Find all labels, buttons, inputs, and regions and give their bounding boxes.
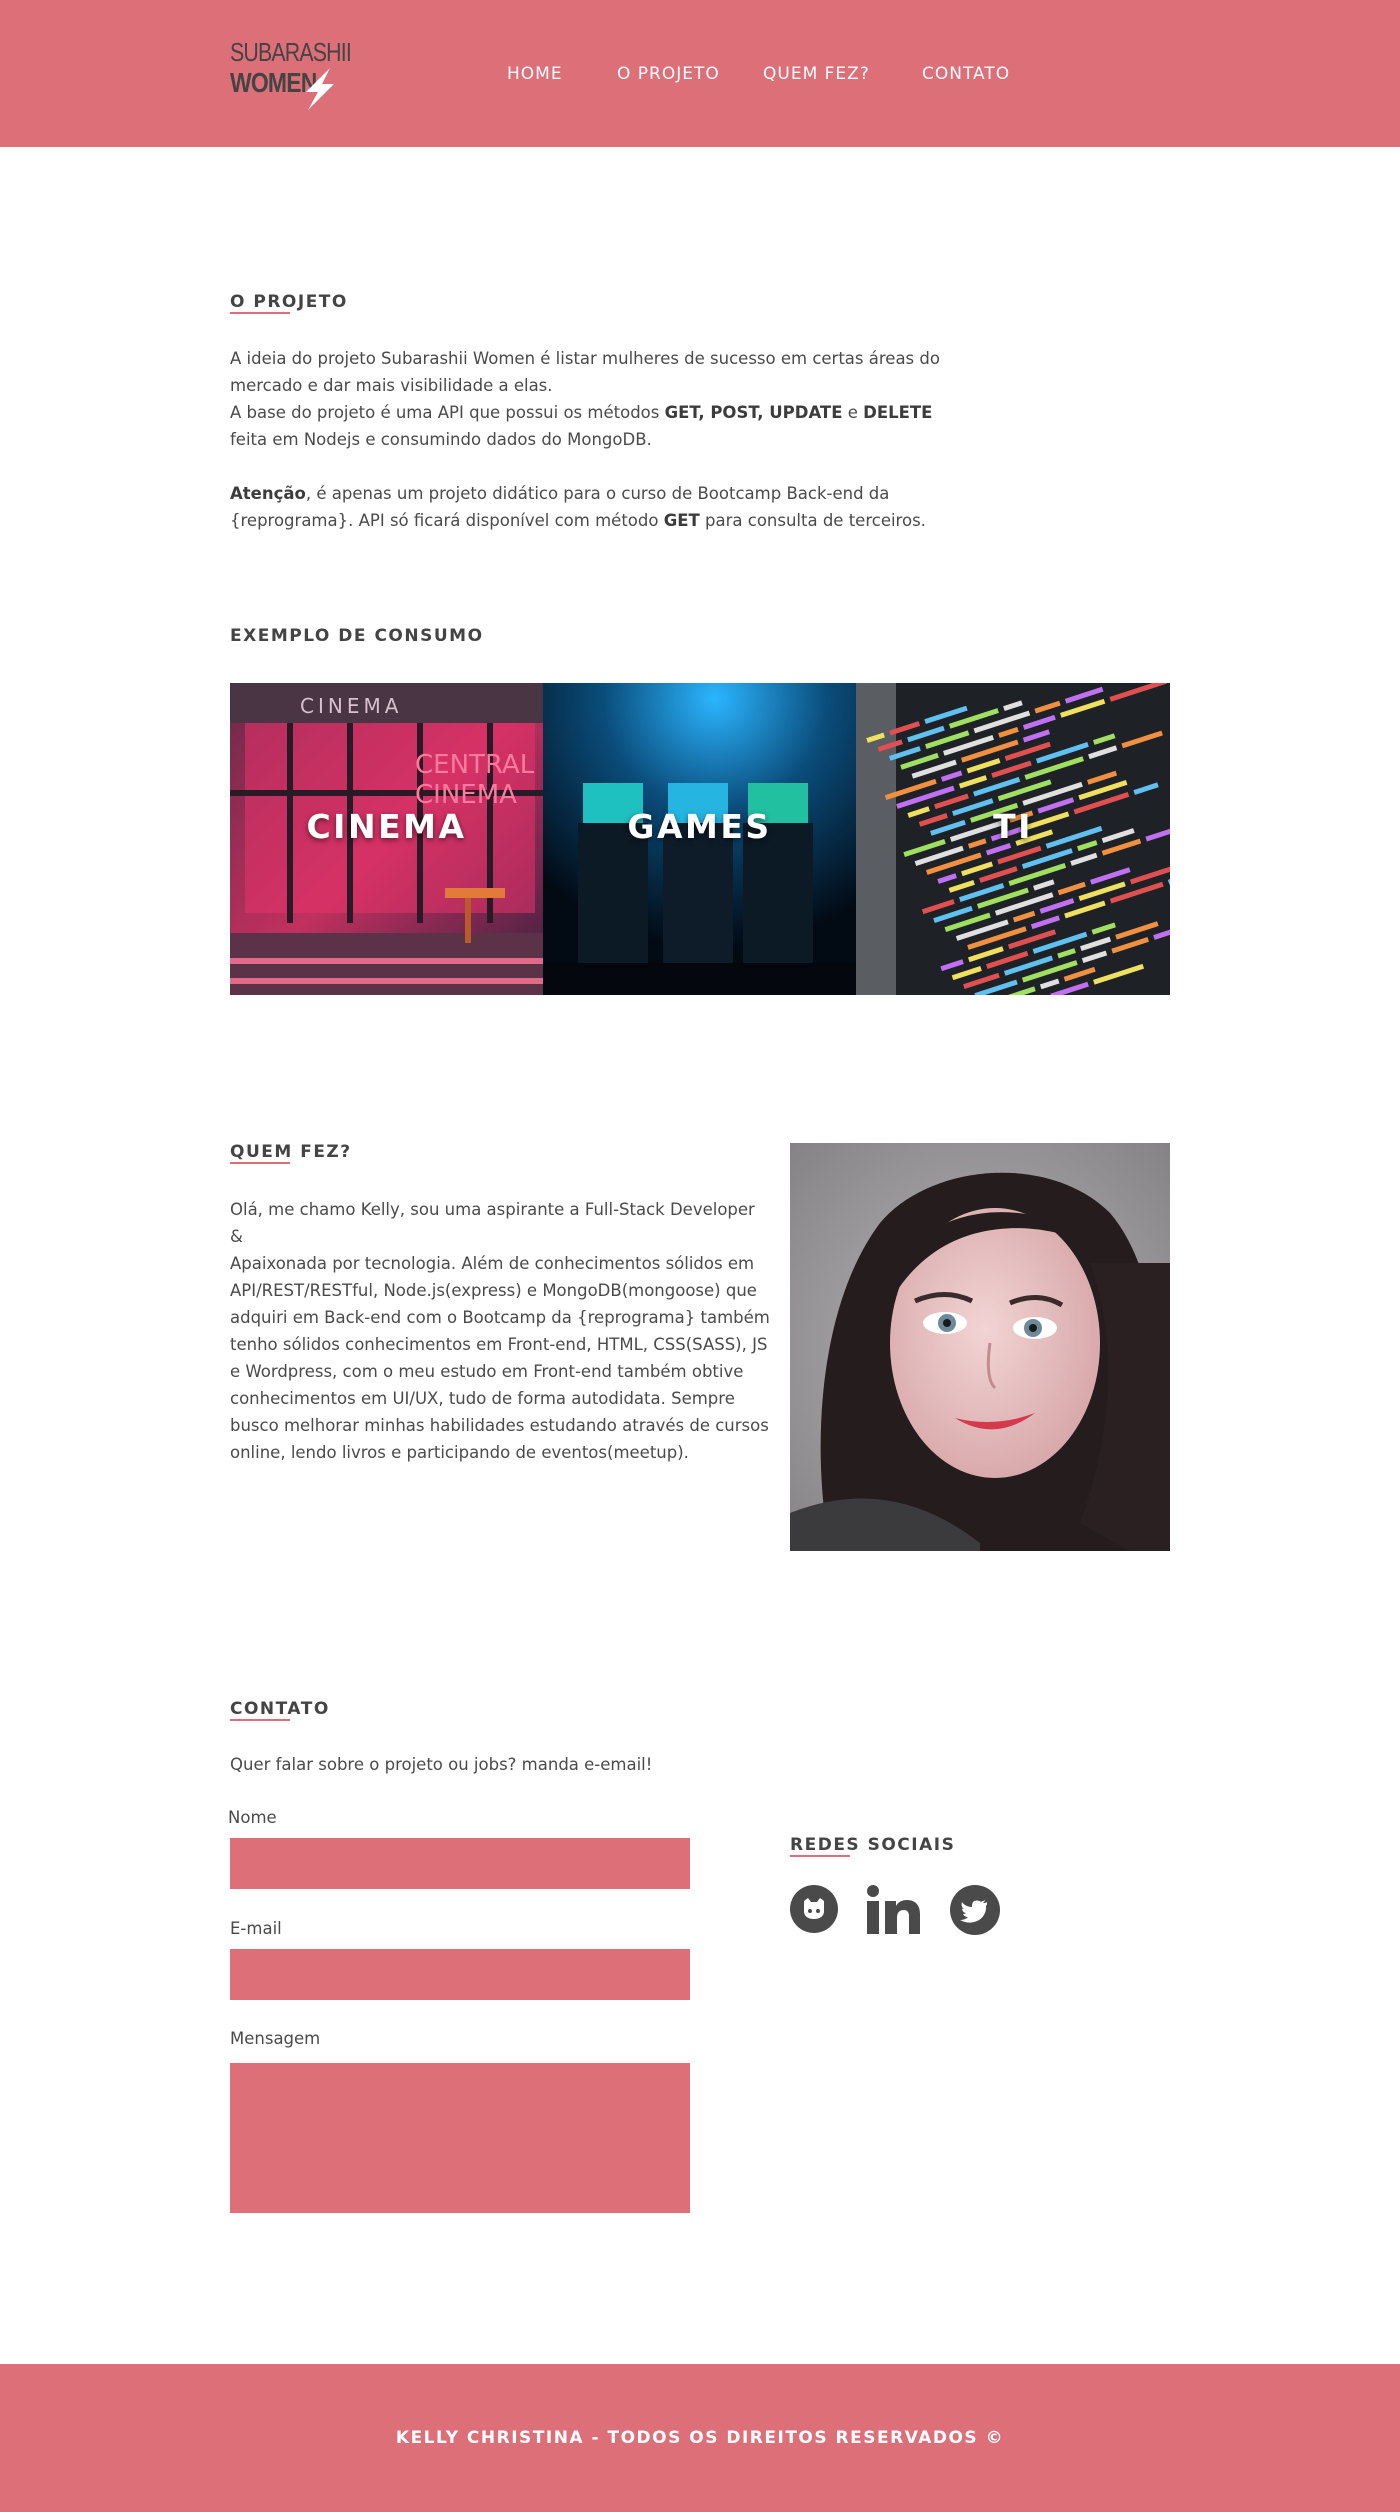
title-underline — [230, 1719, 290, 1721]
category-tiles: CINEMA CENTRAL CINEMA CINEMA GAMES TI — [230, 683, 1170, 995]
bio-line: conhecimentos em UI/UX, tudo de forma au… — [230, 1389, 735, 1408]
projeto-p2-line1: A base do projeto é uma API que possui o… — [230, 403, 933, 422]
section-title-quem-fez: QUEM FEZ? — [230, 1142, 352, 1162]
nav-contato[interactable]: CONTATO — [922, 64, 1010, 84]
lightning-bolt-icon — [306, 68, 334, 110]
logo-top-text: SUBARASHII — [230, 37, 352, 67]
nav-o-projeto[interactable]: O PROJETO — [617, 64, 720, 84]
bio-line: online, lendo livros e participando de e… — [230, 1443, 689, 1462]
linkedin-icon[interactable] — [866, 1885, 922, 1935]
bio-line: adquiri em Back-end com o Bootcamp da {r… — [230, 1308, 770, 1327]
section-title-projeto: O PROJETO — [230, 292, 348, 312]
nav-home[interactable]: HOME — [507, 64, 563, 84]
bio-line: busco melhorar minhas habilidades estuda… — [230, 1416, 769, 1435]
quem-fez-description: Olá, me chamo Kelly, sou uma aspirante a… — [230, 1196, 770, 1466]
name-field[interactable] — [230, 1838, 690, 1889]
svg-text:CENTRAL: CENTRAL — [415, 750, 535, 780]
bio-line: e Wordpress, com o meu estudo em Front-e… — [230, 1362, 744, 1381]
message-field[interactable] — [230, 2063, 690, 2213]
tile-games[interactable]: GAMES — [543, 683, 856, 995]
tile-label-games: GAMES — [627, 807, 772, 846]
bio-line: Olá, me chamo Kelly, sou uma aspirante a… — [230, 1200, 755, 1246]
footer-copyright: KELLY CHRISTINA - TODOS OS DIREITOS RESE… — [395, 2428, 1005, 2448]
projeto-p1-line2: mercado e dar mais visibilidade a elas. — [230, 376, 553, 395]
twitter-icon[interactable] — [950, 1885, 1000, 1935]
email-field[interactable] — [230, 1949, 690, 2000]
tile-label-cinema: CINEMA — [306, 807, 467, 846]
tile-ti[interactable]: TI — [856, 683, 1170, 995]
tile-cinema[interactable]: CINEMA CENTRAL CINEMA CINEMA — [230, 683, 543, 995]
site-footer: KELLY CHRISTINA - TODOS OS DIREITOS RESE… — [0, 2364, 1400, 2512]
svg-text:CINEMA: CINEMA — [300, 694, 402, 718]
bio-line: API/REST/RESTful, Node.js(express) e Mon… — [230, 1281, 757, 1300]
tile-label-ti: TI — [993, 807, 1033, 846]
section-title-redes-sociais: REDES SOCIAIS — [790, 1835, 956, 1855]
projeto-p3-line2: {reprograma}. API só ficará disponível c… — [230, 511, 926, 530]
nav-quem-fez[interactable]: QUEM FEZ? — [763, 64, 870, 84]
bio-line: Apaixonada por tecnologia. Além de conhe… — [230, 1254, 755, 1273]
site-header: SUBARASHII WOMEN HOME O PROJETO QUEM FEZ… — [0, 0, 1400, 147]
message-label: Mensagem — [230, 2029, 321, 2048]
email-label: E-mail — [230, 1919, 282, 1938]
title-underline — [230, 312, 290, 314]
github-icon[interactable] — [790, 1885, 838, 1933]
projeto-p2-line2: feita em Nodejs e consumindo dados do Mo… — [230, 430, 652, 449]
section-title-contato: CONTATO — [230, 1699, 330, 1719]
projeto-p3-line1: Atenção, é apenas um projeto didático pa… — [230, 484, 890, 503]
logo[interactable]: SUBARASHII WOMEN — [230, 37, 352, 112]
svg-text:CINEMA: CINEMA — [415, 780, 517, 810]
projeto-description: A ideia do projeto Subarashii Women é li… — [230, 345, 990, 534]
title-underline — [790, 1855, 850, 1857]
section-title-exemplo: EXEMPLO DE CONSUMO — [230, 626, 484, 646]
bio-line: tenho sólidos conhecimentos em Front-end… — [230, 1335, 768, 1354]
projeto-p1-line1: A ideia do projeto Subarashii Women é li… — [230, 349, 940, 368]
name-label: Nome — [228, 1808, 277, 1827]
contato-intro: Quer falar sobre o projeto ou jobs? mand… — [230, 1755, 653, 1774]
author-photo — [790, 1143, 1170, 1551]
title-underline — [230, 1162, 290, 1164]
